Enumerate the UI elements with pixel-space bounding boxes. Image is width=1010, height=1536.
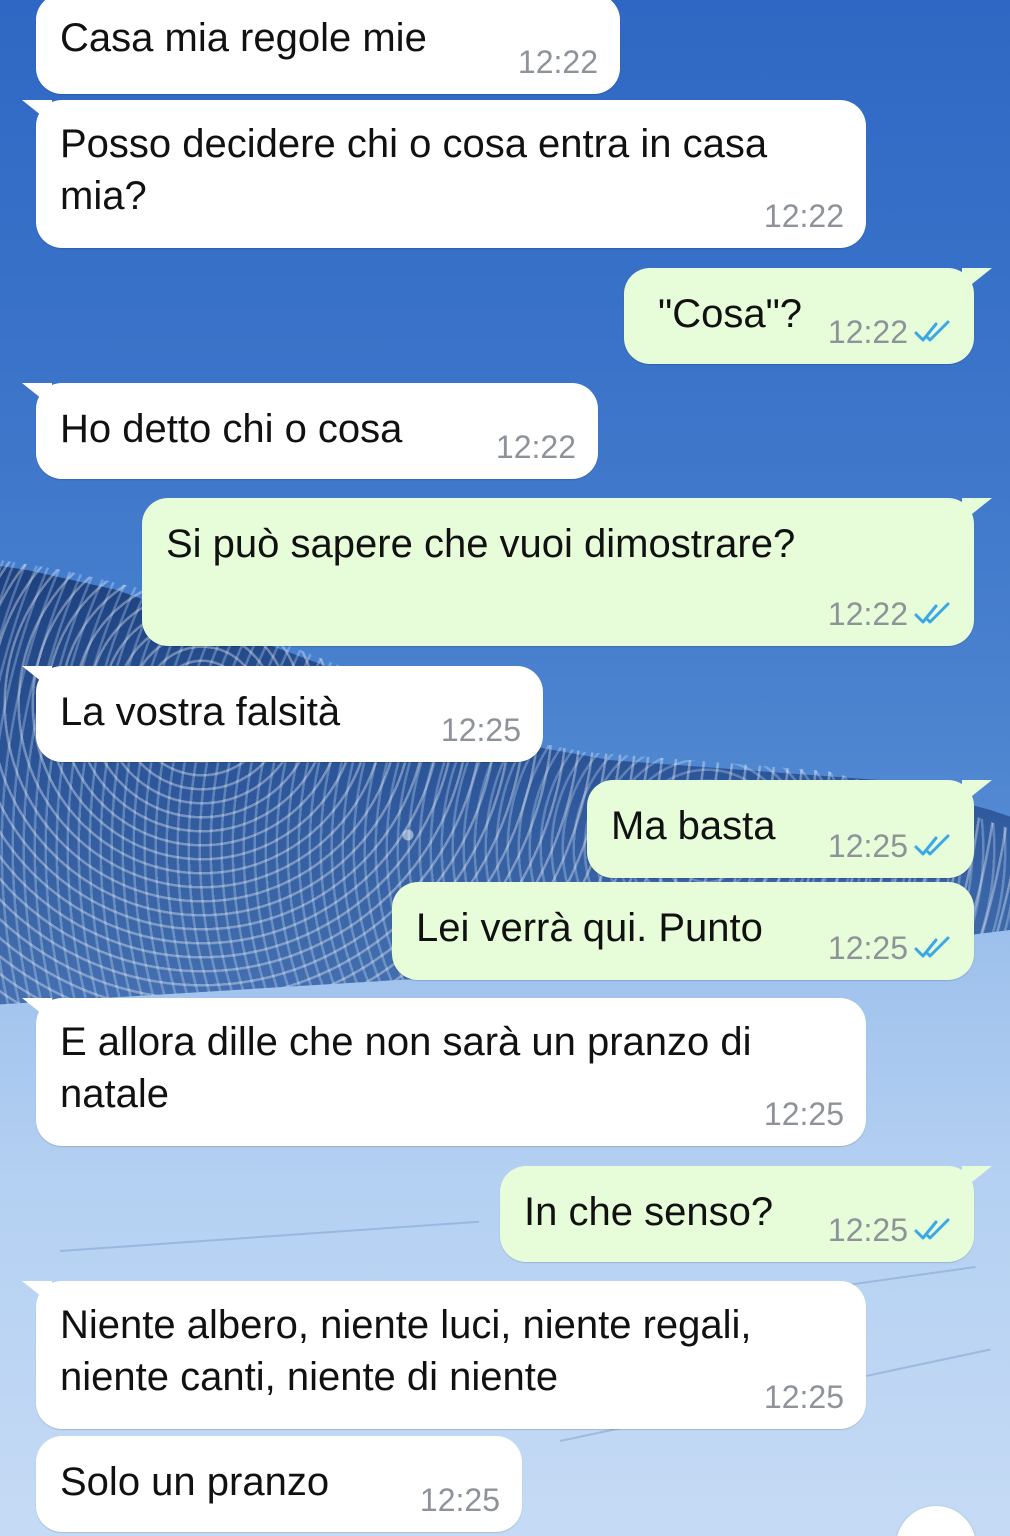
- message-text: Lei verrà qui. Punto: [416, 906, 763, 950]
- message-meta: 12:25: [828, 930, 952, 966]
- outgoing-message[interactable]: In che senso? 12:25: [500, 1166, 992, 1262]
- message-time: 12:25: [827, 930, 908, 966]
- message-text: E allora dille che non sarà un pranzo di…: [60, 1020, 752, 1116]
- outgoing-message[interactable]: Si può sapere che vuoi dimostrare? 12:22: [142, 498, 992, 646]
- message-text: La vostra falsità: [60, 690, 341, 734]
- outgoing-message[interactable]: Lei verrà qui. Punto 12:25: [392, 882, 974, 980]
- outgoing-message[interactable]: Ma basta 12:25: [587, 780, 992, 878]
- incoming-message[interactable]: La vostra falsità 12:25: [22, 666, 543, 762]
- message-time: 12:22: [827, 596, 908, 632]
- incoming-message[interactable]: Solo un pranzo 12:25: [36, 1436, 522, 1532]
- incoming-message[interactable]: Niente albero, niente luci, niente regal…: [22, 1281, 866, 1429]
- message-text: Ma basta: [611, 804, 776, 848]
- message-text: Ho detto chi o cosa: [60, 407, 403, 451]
- message-text: Niente albero, niente luci, niente regal…: [60, 1303, 752, 1399]
- message-time: 12:25: [827, 828, 908, 864]
- double-check-icon: [914, 1218, 950, 1240]
- message-meta: 12:25: [828, 1212, 952, 1248]
- double-check-icon: [914, 936, 950, 958]
- double-check-icon: [914, 320, 950, 342]
- message-text: Solo un pranzo: [60, 1460, 330, 1504]
- message-text: In che senso?: [524, 1190, 774, 1234]
- message-meta: 12:25: [828, 828, 952, 864]
- message-meta: 12:22: [828, 314, 952, 350]
- message-meta: 12:22: [828, 596, 952, 632]
- outgoing-message[interactable]: "Cosa"? 12:22: [624, 268, 992, 364]
- incoming-message[interactable]: E allora dille che non sarà un pranzo di…: [22, 998, 866, 1146]
- incoming-message[interactable]: Casa mia regole mie 12:22: [36, 0, 620, 94]
- message-time: 12:22: [763, 198, 844, 234]
- message-text: Posso decidere chi o cosa entra in casa …: [60, 122, 768, 218]
- double-check-icon: [914, 602, 950, 624]
- message-time: 12:25: [440, 712, 521, 748]
- double-check-icon: [914, 834, 950, 856]
- message-text: Casa mia regole mie: [60, 16, 427, 60]
- message-time: 12:25: [827, 1212, 908, 1248]
- message-time: 12:22: [827, 314, 908, 350]
- message-time: 12:25: [763, 1379, 844, 1415]
- message-time: 12:25: [419, 1482, 500, 1518]
- message-text: "Cosa"?: [658, 292, 803, 336]
- incoming-message[interactable]: Posso decidere chi o cosa entra in casa …: [22, 100, 866, 248]
- message-time: 12:22: [517, 44, 598, 80]
- incoming-message[interactable]: Ho detto chi o cosa 12:22: [22, 383, 598, 479]
- message-time: 12:25: [763, 1096, 844, 1132]
- message-time: 12:22: [495, 429, 576, 465]
- message-text: Si può sapere che vuoi dimostrare?: [166, 522, 796, 566]
